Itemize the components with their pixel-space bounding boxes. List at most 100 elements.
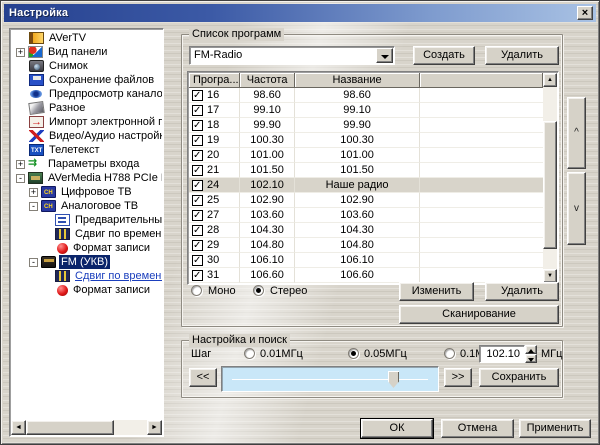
cancel-button[interactable]: Отмена xyxy=(441,419,514,438)
table-row[interactable]: 20 101.00101.00 xyxy=(189,148,543,163)
program-table[interactable]: Програ...ЧастотаНазвание 16 98.6098.60 17 9… xyxy=(187,71,559,285)
tree-item[interactable]: Сдвиг по времени xyxy=(11,269,162,283)
tree-item[interactable]: - FM (УКВ) xyxy=(11,255,162,269)
program-list-combobox[interactable]: FM-Radio xyxy=(189,46,395,65)
tree-item[interactable]: Телетекст xyxy=(11,143,162,157)
table-row[interactable]: 28 104.30104.30 xyxy=(189,223,543,238)
table-row[interactable]: 24 102.10Наше радио xyxy=(189,178,543,193)
table-row[interactable]: 21 101.50101.50 xyxy=(189,163,543,178)
channel-checkbox[interactable] xyxy=(192,179,203,192)
doc-edit-icon xyxy=(55,214,70,226)
combobox-dropdown-button[interactable] xyxy=(376,48,393,63)
table-row[interactable]: 16 98.6098.60 xyxy=(189,88,543,103)
move-channel-down-button[interactable]: v xyxy=(567,172,586,245)
channel-checkbox[interactable] xyxy=(192,254,203,267)
expand-icon[interactable]: + xyxy=(16,47,25,57)
expand-icon[interactable]: + xyxy=(29,187,38,197)
tree-item[interactable]: Разное xyxy=(11,101,162,115)
slider-thumb[interactable] xyxy=(388,371,399,388)
tree-item[interactable]: AVerTV xyxy=(11,31,162,45)
tree-item[interactable]: Сохранение файлов xyxy=(11,73,162,87)
table-row[interactable]: 17 99.1099.10 xyxy=(189,103,543,118)
save-button[interactable]: Сохранить xyxy=(479,368,559,387)
tree-item[interactable]: Снимок xyxy=(11,59,162,73)
column-header[interactable]: Програ... xyxy=(189,73,240,88)
apply-button[interactable]: Применить xyxy=(519,419,591,438)
scrollbar-thumb[interactable] xyxy=(543,121,557,249)
channel-checkbox[interactable] xyxy=(192,134,203,147)
move-channel-up-button[interactable]: ^ xyxy=(567,97,586,169)
table-row[interactable]: 31 106.60106.60 xyxy=(189,268,543,283)
tree-item[interactable]: - Аналоговое ТВ xyxy=(11,199,162,213)
tree-item[interactable]: Сдвиг по времени xyxy=(11,227,162,241)
scroll-up-button[interactable]: ▲ xyxy=(543,73,557,87)
step-radio[interactable] xyxy=(244,348,255,359)
scrollbar-track[interactable] xyxy=(114,420,147,435)
settings-tree[interactable]: AVerTV + Вид панели Снимок Сохранение файлов… xyxy=(9,28,164,437)
mono-radio[interactable] xyxy=(191,285,202,296)
tree-item[interactable]: + Параметры входа xyxy=(11,156,162,171)
tree-item[interactable]: Предварительный xyxy=(11,213,162,227)
frequency-spin-up[interactable] xyxy=(525,345,537,354)
collapse-icon[interactable]: - xyxy=(29,201,38,211)
column-header[interactable]: Частота xyxy=(239,73,296,88)
tree-item[interactable]: + Вид панели xyxy=(11,45,162,59)
tree-item[interactable]: Предпросмотр каналов xyxy=(11,87,162,101)
edit-button[interactable]: Изменить xyxy=(399,282,474,301)
tree-item[interactable]: Импорт электронной прог xyxy=(11,115,162,129)
scroll-left-button[interactable]: ◄ xyxy=(11,420,26,435)
close-button[interactable]: × xyxy=(577,6,593,20)
collapse-icon[interactable]: - xyxy=(16,173,25,183)
frequency-input[interactable]: 102.10 xyxy=(479,345,525,363)
table-row[interactable]: 19 100.30100.30 xyxy=(189,133,543,148)
table-vertical-scrollbar[interactable]: ▲ ▼ xyxy=(543,73,557,283)
table-row[interactable]: 25 102.90102.90 xyxy=(189,193,543,208)
step-radio[interactable] xyxy=(444,348,455,359)
collapse-icon[interactable]: - xyxy=(29,257,38,267)
scroll-down-button[interactable]: ▼ xyxy=(543,269,557,283)
tree-item[interactable]: Видео/Аудио настройки xyxy=(11,129,162,143)
channel-checkbox[interactable] xyxy=(192,149,203,162)
table-row[interactable]: 27 103.60103.60 xyxy=(189,208,543,223)
step-radio[interactable] xyxy=(348,348,359,359)
channel-checkbox[interactable] xyxy=(192,224,203,237)
channel-checkbox[interactable] xyxy=(192,119,203,132)
frequency-spin-down[interactable] xyxy=(525,354,537,363)
program-number: 28 xyxy=(207,224,220,236)
titlebar[interactable]: Настройка × xyxy=(4,4,596,22)
table-row[interactable]: 29 104.80104.80 xyxy=(189,238,543,253)
channel-checkbox[interactable] xyxy=(192,164,203,177)
step-label: Шаг xyxy=(191,348,212,360)
channel-checkbox[interactable] xyxy=(192,194,203,207)
tree-item[interactable]: - AVerMedia H788 PCIe Hybri xyxy=(11,171,162,185)
create-button[interactable]: Создать xyxy=(413,46,475,65)
column-header[interactable]: Название xyxy=(295,73,420,88)
scroll-right-button[interactable]: ► xyxy=(147,420,162,435)
stereo-radio[interactable] xyxy=(253,285,264,296)
mono-radio-label: Моно xyxy=(208,285,236,297)
channel-checkbox[interactable] xyxy=(192,89,203,102)
ok-button[interactable]: ОК xyxy=(360,418,434,439)
scrollbar-thumb[interactable] xyxy=(26,420,114,435)
delete-channel-button[interactable]: Удалить xyxy=(485,282,559,301)
empty-cell xyxy=(419,253,543,268)
table-row[interactable]: 18 99.9099.90 xyxy=(189,118,543,133)
empty-cell xyxy=(419,118,543,133)
channel-checkbox[interactable] xyxy=(192,269,203,282)
channel-checkbox[interactable] xyxy=(192,104,203,117)
channel-checkbox[interactable] xyxy=(192,239,203,252)
delete-list-button[interactable]: Удалить xyxy=(485,46,559,65)
channel-checkbox[interactable] xyxy=(192,209,203,222)
input-params-icon xyxy=(28,156,43,170)
seek-up-button[interactable]: >> xyxy=(444,368,472,387)
scan-button[interactable]: Сканирование xyxy=(399,305,559,324)
tree-item[interactable]: Формат записи xyxy=(11,241,162,255)
expand-icon[interactable]: + xyxy=(16,159,25,169)
tree-item[interactable]: + Цифровое ТВ xyxy=(11,185,162,199)
column-header[interactable] xyxy=(419,73,543,88)
frequency-slider[interactable] xyxy=(221,366,439,392)
tree-item[interactable]: Формат записи xyxy=(11,283,162,297)
seek-down-button[interactable]: << xyxy=(189,368,217,387)
tree-horizontal-scrollbar[interactable]: ◄ ► xyxy=(11,420,162,435)
table-row[interactable]: 30 106.10106.10 xyxy=(189,253,543,268)
